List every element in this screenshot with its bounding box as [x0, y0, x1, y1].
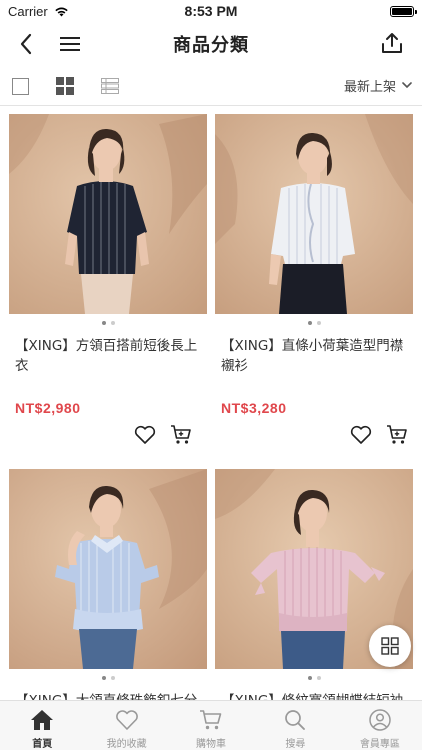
product-price: NT$3,280 [221, 400, 287, 416]
product-actions [350, 424, 408, 446]
chevron-down-icon [402, 82, 412, 89]
tab-search[interactable]: 搜尋 [253, 701, 337, 750]
product-card[interactable]: 【XING】直條小荷葉造型門襟襯衫 NT$3,280 [215, 114, 413, 416]
tab-favorites[interactable]: 我的收藏 [84, 701, 168, 750]
product-name[interactable]: 【XING】大領直條珠飾釦七分 [9, 691, 207, 700]
view-toolbar: 最新上架 [0, 66, 422, 106]
product-card[interactable]: 【XING】大領直條珠飾釦七分 [9, 469, 207, 700]
tab-cart[interactable]: 購物車 [169, 701, 253, 750]
tab-label: 會員專區 [359, 739, 400, 750]
product-image[interactable] [9, 469, 207, 669]
tab-home[interactable]: 首頁 [0, 701, 84, 750]
product-name[interactable]: 【XING】條紋寬領蝴蝶結短袖 [215, 691, 413, 700]
heart-icon[interactable] [134, 425, 156, 445]
hamburger-icon [60, 37, 80, 51]
carrier-label: Carrier [8, 3, 48, 19]
search-icon [285, 710, 306, 730]
home-icon [31, 710, 54, 730]
tab-label: 搜尋 [285, 739, 306, 750]
single-view-icon[interactable] [12, 78, 29, 95]
product-actions [134, 424, 192, 446]
bottom-tab-bar: 首頁 我的收藏 購物車 搜尋 會員專區 [0, 700, 422, 750]
back-button[interactable] [12, 30, 40, 58]
nav-bar: 商品分類 [0, 22, 422, 66]
status-left: Carrier [8, 4, 69, 19]
battery-icon [390, 5, 417, 17]
image-pager-dots [215, 321, 413, 326]
wifi-icon [55, 7, 68, 16]
menu-button[interactable] [56, 30, 84, 58]
list-view-icon[interactable] [101, 78, 119, 94]
product-price: NT$2,980 [15, 400, 81, 416]
sort-label: 最新上架 [343, 80, 396, 95]
image-pager-dots [215, 676, 413, 681]
heart-icon [115, 710, 138, 730]
image-pager-dots [9, 676, 207, 681]
share-button[interactable] [378, 28, 406, 58]
grid-view-icon[interactable] [56, 77, 74, 95]
product-name[interactable]: 【XING】直條小荷葉造型門襟襯衫 [215, 336, 413, 380]
tab-label: 我的收藏 [106, 739, 147, 750]
product-grid: 【XING】方領百搭前短後長上衣 NT$2,980 【XING】直條小荷葉造型門… [0, 107, 422, 700]
heart-icon[interactable] [350, 425, 372, 445]
share-icon [382, 33, 402, 53]
product-image[interactable] [215, 114, 413, 314]
category-fab-button[interactable] [369, 625, 411, 667]
tab-member[interactable]: 會員專區 [338, 701, 422, 750]
chevron-left-icon [20, 33, 32, 55]
product-image[interactable] [9, 114, 207, 314]
status-bar: Carrier 8:53 PM [0, 0, 422, 22]
cart-icon[interactable] [386, 424, 408, 446]
product-card[interactable]: 【XING】方領百搭前短後長上衣 NT$2,980 [9, 114, 207, 416]
product-name[interactable]: 【XING】方領百搭前短後長上衣 [9, 336, 207, 380]
cart-icon[interactable] [170, 424, 192, 446]
grid-icon [381, 637, 399, 655]
tab-label: 購物車 [196, 739, 227, 750]
user-icon [369, 709, 391, 731]
image-pager-dots [9, 321, 207, 326]
tab-label: 首頁 [32, 739, 53, 750]
sort-dropdown[interactable]: 最新上架 [344, 76, 412, 95]
cart-icon [200, 710, 222, 730]
